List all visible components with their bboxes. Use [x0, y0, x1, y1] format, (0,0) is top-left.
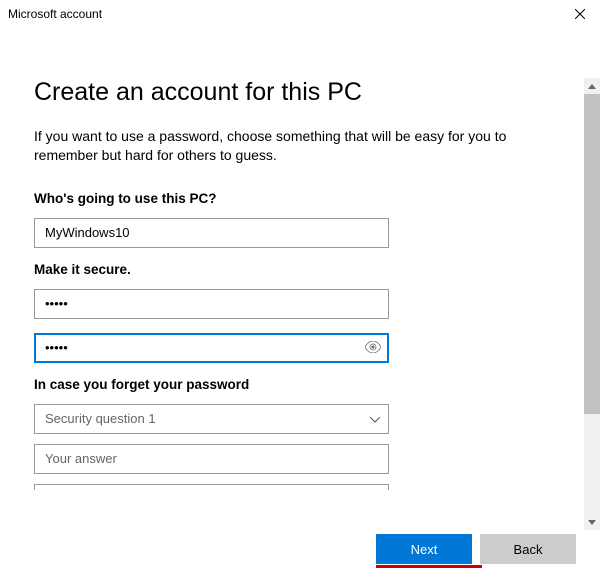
window-title: Microsoft account — [8, 7, 102, 21]
password-confirm-input[interactable] — [34, 333, 389, 363]
close-icon[interactable] — [566, 0, 594, 28]
chevron-down-icon — [370, 412, 380, 426]
next-field-partial[interactable] — [34, 484, 389, 490]
security-question-value: Security question 1 — [45, 411, 156, 426]
password-wrapper — [34, 289, 389, 319]
button-bar: Next Back — [376, 534, 576, 564]
content-area: Create an account for this PC If you wan… — [0, 28, 600, 528]
scrollbar-thumb[interactable] — [584, 94, 600, 414]
username-input[interactable] — [34, 218, 389, 248]
scrollbar[interactable] — [584, 78, 600, 530]
annotation-underline — [376, 565, 482, 568]
security-question-select[interactable]: Security question 1 — [34, 404, 389, 434]
window-titlebar: Microsoft account — [0, 0, 600, 28]
secure-section-label: Make it secure. — [34, 262, 566, 277]
password-confirm-wrapper — [34, 333, 389, 363]
scrollbar-down-icon[interactable] — [584, 514, 600, 530]
security-answer-input[interactable]: Your answer — [34, 444, 389, 474]
security-answer-placeholder: Your answer — [45, 451, 117, 466]
back-button[interactable]: Back — [480, 534, 576, 564]
reveal-password-icon[interactable] — [365, 340, 381, 356]
page-title: Create an account for this PC — [34, 78, 566, 107]
password-input[interactable] — [34, 289, 389, 319]
scrollbar-up-icon[interactable] — [584, 78, 600, 94]
scroll-content: Create an account for this PC If you wan… — [0, 28, 600, 490]
next-button[interactable]: Next — [376, 534, 472, 564]
forgot-section-label: In case you forget your password — [34, 377, 566, 392]
user-section-label: Who's going to use this PC? — [34, 191, 566, 206]
intro-text: If you want to use a password, choose so… — [34, 127, 566, 165]
